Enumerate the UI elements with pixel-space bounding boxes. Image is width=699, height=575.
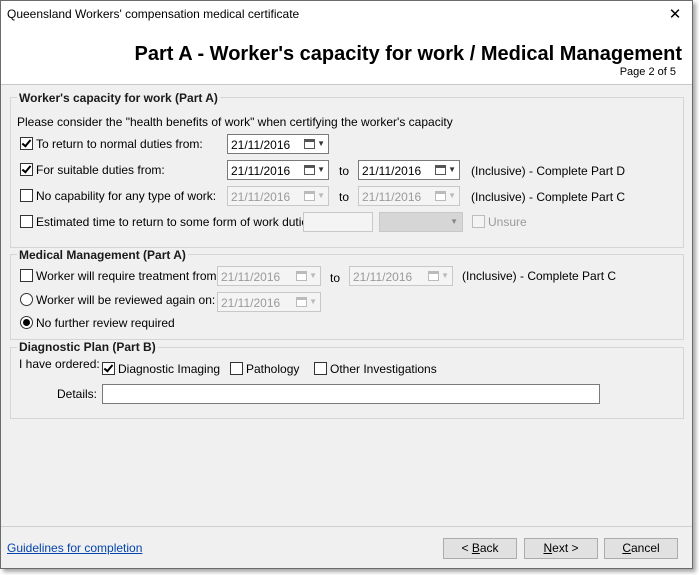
chevron-down-icon: ▼ — [317, 191, 325, 200]
no-further-review-label: No further review required — [36, 316, 175, 330]
estimated-time-unit-select: ▼ — [379, 212, 463, 232]
window-title: Queensland Workers' compensation medical… — [7, 7, 300, 21]
details-input[interactable] — [102, 384, 600, 404]
pathology-label: Pathology — [246, 362, 300, 376]
unsure-checkbox — [472, 215, 485, 228]
diagnostic-legend: Diagnostic Plan (Part B) — [17, 340, 158, 354]
estimated-time-label: Estimated time to return to some form of… — [36, 215, 318, 229]
cancel-button[interactable]: Cancel — [604, 538, 678, 559]
health-benefits-note: Please consider the "health benefits of … — [17, 115, 453, 129]
reviewed-label: Worker will be reviewed again on: — [36, 293, 216, 307]
chevron-down-icon: ▼ — [317, 165, 325, 174]
no-further-review-radio[interactable] — [20, 316, 33, 329]
calendar-icon — [304, 191, 315, 201]
chevron-down-icon: ▼ — [309, 297, 317, 306]
chevron-down-icon: ▼ — [450, 217, 458, 226]
other-investigations-checkbox[interactable] — [314, 362, 327, 375]
calendar-icon — [296, 271, 307, 281]
treatment-to-label: to — [330, 271, 341, 285]
no-capability-to-date: 21/11/2016 ▼ — [358, 186, 460, 206]
calendar-icon — [304, 139, 315, 149]
certificate-dialog: Queensland Workers' compensation medical… — [0, 0, 693, 569]
treatment-label: Worker will require treatment from: — [36, 269, 220, 283]
page-header: Part A - Worker's capacity for work / Me… — [1, 28, 692, 85]
ordered-label: I have ordered: — [19, 357, 100, 371]
chevron-down-icon: ▼ — [317, 139, 325, 148]
treatment-from-date: 21/11/2016 ▼ — [217, 266, 321, 286]
no-capability-checkbox[interactable] — [20, 189, 33, 202]
suitable-duties-checkbox[interactable] — [20, 163, 33, 176]
close-icon[interactable]: ✕ — [658, 1, 692, 28]
estimated-time-checkbox[interactable] — [20, 215, 33, 228]
normal-duties-checkbox[interactable] — [20, 137, 33, 150]
chevron-down-icon: ▼ — [309, 271, 317, 280]
no-capability-to-label: to — [339, 190, 350, 204]
normal-duties-from-date[interactable]: 21/11/2016 ▼ — [227, 134, 329, 154]
chevron-down-icon: ▼ — [441, 271, 449, 280]
chevron-down-icon: ▼ — [448, 191, 456, 200]
calendar-icon — [435, 191, 446, 201]
unsure-label: Unsure — [488, 215, 527, 229]
no-capability-note: (Inclusive) - Complete Part C — [471, 190, 626, 204]
calendar-icon — [428, 271, 439, 281]
pathology-checkbox[interactable] — [230, 362, 243, 375]
treatment-to-date: 21/11/2016 ▼ — [349, 266, 453, 286]
suitable-duties-label: For suitable duties from: — [36, 163, 165, 177]
guidelines-link[interactable]: Guidelines for completion — [7, 541, 142, 555]
diagnostic-group — [10, 347, 684, 419]
dialog-footer: Guidelines for completion < Back Next > … — [1, 526, 692, 569]
reviewed-radio[interactable] — [20, 293, 33, 306]
suitable-duties-note: (Inclusive) - Complete Part D — [471, 164, 626, 178]
other-investigations-label: Other Investigations — [330, 362, 437, 376]
capacity-legend: Worker's capacity for work (Part A) — [17, 91, 220, 105]
calendar-icon — [435, 165, 446, 175]
suitable-to-label: to — [339, 164, 350, 178]
treatment-checkbox[interactable] — [20, 269, 33, 282]
title-bar: Queensland Workers' compensation medical… — [1, 1, 692, 28]
estimated-time-input — [303, 212, 373, 232]
treatment-note: (Inclusive) - Complete Part C — [462, 269, 617, 283]
suitable-duties-from-date[interactable]: 21/11/2016 ▼ — [227, 160, 329, 180]
page-title: Part A - Worker's capacity for work / Me… — [134, 43, 682, 65]
back-button[interactable]: < Back — [443, 538, 517, 559]
diagnostic-imaging-checkbox[interactable] — [102, 362, 115, 375]
calendar-icon — [304, 165, 315, 175]
calendar-icon — [296, 297, 307, 307]
next-button[interactable]: Next > — [524, 538, 598, 559]
suitable-duties-to-date[interactable]: 21/11/2016 ▼ — [358, 160, 460, 180]
no-capability-from-date: 21/11/2016 ▼ — [227, 186, 329, 206]
diagnostic-imaging-label: Diagnostic Imaging — [118, 362, 221, 376]
review-date: 21/11/2016 ▼ — [217, 292, 321, 312]
no-capability-label: No capability for any type of work: — [36, 189, 217, 203]
page-indicator: Page 2 of 5 — [619, 66, 676, 78]
medical-legend: Medical Management (Part A) — [17, 248, 188, 262]
normal-duties-label: To return to normal duties from: — [36, 137, 203, 151]
details-label: Details: — [57, 387, 98, 401]
chevron-down-icon: ▼ — [448, 165, 456, 174]
